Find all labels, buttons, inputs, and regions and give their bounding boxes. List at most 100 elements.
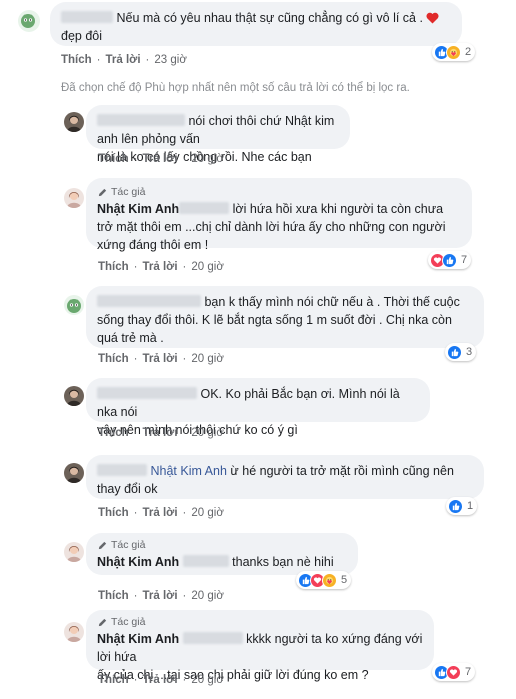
comment-time[interactable]: 20 giờ	[191, 353, 223, 365]
blurred-name	[182, 555, 229, 567]
comment-time[interactable]: 20 giờ	[191, 674, 223, 686]
blurred-name	[97, 464, 147, 476]
reply-button[interactable]: Trả lời	[143, 674, 178, 686]
comment-text-line-2: thay đổi ok	[97, 482, 158, 496]
comment-actions: Thích · Trả lời · 20 giờ	[98, 261, 224, 273]
author-badge: Tác giả	[97, 538, 347, 552]
like-button[interactable]: Thích	[98, 590, 129, 602]
comment-text: lời hứa hồi xưa khi người ta còn chưa	[232, 202, 444, 216]
comment-text-line-2: trở mặt thôi em ...chị chỉ dành lời hứa …	[97, 220, 446, 234]
reaction-summary[interactable]: 7	[432, 663, 476, 681]
comment-bubble: Tác giả Nhật Kim Anh kkkk người ta ko xứ…	[86, 610, 434, 682]
reply-button[interactable]: Trả lời	[106, 54, 141, 66]
comment-bubble: nói chơi thôi chứ Nhật kim anh lên phỏng…	[86, 105, 350, 164]
comment-time[interactable]: 20 giờ	[191, 507, 223, 519]
author-name[interactable]: Nhật Kim Anh	[97, 555, 179, 569]
comment-text: thanks bạn nè hihi	[232, 555, 334, 569]
reaction-count: 1	[467, 500, 474, 512]
comment-bubble: Nhật Kim Anh ừ hé người ta trở mặt rồi m…	[86, 455, 484, 499]
love-reaction-icon	[446, 664, 461, 680]
avatar[interactable]	[18, 10, 40, 32]
like-button[interactable]: Thích	[98, 153, 129, 165]
like-button[interactable]: Thích	[98, 261, 129, 273]
comment-time[interactable]: 20 giờ	[191, 427, 223, 439]
avatar[interactable]	[64, 386, 84, 406]
reply-button[interactable]: Trả lời	[143, 427, 178, 439]
like-reaction-icon	[448, 498, 463, 514]
blurred-name	[97, 387, 197, 399]
reply-button[interactable]: Trả lời	[143, 353, 178, 365]
reply-button[interactable]: Trả lời	[143, 261, 178, 273]
avatar-image	[67, 626, 81, 642]
comment-bubble: Tác giả Nhật Kim Anh lời hứa hồi xưa khi…	[86, 178, 472, 252]
author-name[interactable]: Nhật Kim Anh	[97, 632, 179, 646]
blurred-name	[97, 114, 185, 126]
avatar-image	[67, 546, 81, 562]
reaction-summary[interactable]: 1	[446, 497, 478, 515]
reaction-summary[interactable]: 5	[296, 571, 352, 589]
comment-time[interactable]: 23 giờ	[154, 54, 186, 66]
reply-button[interactable]: Trả lời	[143, 590, 178, 602]
avatar[interactable]	[64, 295, 84, 315]
reaction-count: 5	[341, 574, 348, 586]
avatar[interactable]	[64, 112, 84, 132]
comment-bubble: Nếu mà có yêu nhau thật sự cũng chẳng có…	[50, 2, 462, 46]
comment-bubble: OK. Ko phải Bắc bạn ơi. Mình nói là nka …	[86, 378, 430, 437]
pencil-icon	[98, 541, 107, 549]
blurred-name	[179, 202, 230, 214]
author-name[interactable]: Nhật Kim Anh	[97, 202, 179, 216]
blurred-name	[182, 632, 243, 644]
like-button[interactable]: Thích	[61, 54, 92, 66]
avatar-image	[67, 192, 81, 208]
reply-button[interactable]: Trả lời	[143, 507, 178, 519]
like-button[interactable]: Thích	[98, 353, 129, 365]
care-reaction-icon	[446, 44, 461, 60]
avatar[interactable]	[64, 622, 84, 642]
reaction-summary[interactable]: 2	[432, 43, 476, 61]
reaction-count: 7	[461, 254, 468, 266]
reply-button[interactable]: Trả lời	[143, 153, 178, 165]
comment-actions: Thích · Trả lời · 23 giờ	[61, 54, 187, 66]
avatar-image	[67, 115, 81, 132]
author-badge: Tác giả	[97, 185, 461, 199]
like-button[interactable]: Thích	[98, 507, 129, 519]
pencil-icon	[98, 618, 107, 626]
comment-bubble: Tác giả Nhật Kim Anh thanks bạn nè hihi	[86, 533, 358, 575]
author-badge: Tác giả	[97, 615, 423, 629]
mentioned-name[interactable]: Nhật Kim Anh	[150, 464, 226, 478]
comment-text: ừ hé người ta trở mặt rồi mình cũng nên	[230, 464, 454, 478]
like-reaction-icon	[447, 344, 462, 360]
avatar-image	[67, 466, 81, 483]
pencil-icon	[98, 188, 107, 196]
like-button[interactable]: Thích	[98, 674, 129, 686]
reaction-count: 3	[466, 346, 473, 358]
avatar[interactable]	[64, 188, 84, 208]
comment-actions: Thích · Trả lời · 20 giờ	[98, 427, 224, 439]
blurred-name	[61, 11, 113, 23]
reaction-count: 7	[465, 666, 472, 678]
like-button[interactable]: Thích	[98, 427, 129, 439]
avatar[interactable]	[64, 463, 84, 483]
comment-text-line-2: đẹp đôi	[61, 29, 103, 43]
comment-actions: Thích · Trả lời · 20 giờ	[98, 507, 224, 519]
comment-actions: Thích · Trả lời · 20 giờ	[98, 153, 224, 165]
blurred-name	[97, 295, 201, 307]
heart-emoji-icon	[426, 12, 439, 24]
avatar[interactable]	[64, 542, 84, 562]
comment-actions: Thích · Trả lời · 20 giờ	[98, 590, 224, 602]
care-reaction-icon	[322, 572, 337, 588]
reaction-summary[interactable]: 3	[445, 343, 477, 361]
comment-time[interactable]: 20 giờ	[191, 590, 223, 602]
comment-text-line-2: sống thay đổi thôi. K lẽ bắt ngta sống 1…	[97, 313, 452, 327]
reaction-summary[interactable]: 7	[428, 251, 472, 269]
avatar-image	[67, 299, 81, 313]
comment-time[interactable]: 20 giờ	[191, 153, 223, 165]
comment-text-line-3: xứng đáng thôi em !	[97, 238, 209, 252]
comment-time[interactable]: 20 giờ	[191, 261, 223, 273]
comment-actions: Thích · Trả lời · 20 giờ	[98, 674, 224, 686]
filter-notice: Đã chọn chế độ Phù hợp nhất nên một số c…	[61, 82, 410, 94]
avatar-image	[21, 14, 35, 28]
comment-text: bạn k thấy mình nói chữ nếu à . Thời thế…	[204, 295, 460, 309]
comment-actions: Thích · Trả lời · 20 giờ	[98, 353, 224, 365]
reaction-count: 2	[465, 46, 472, 58]
